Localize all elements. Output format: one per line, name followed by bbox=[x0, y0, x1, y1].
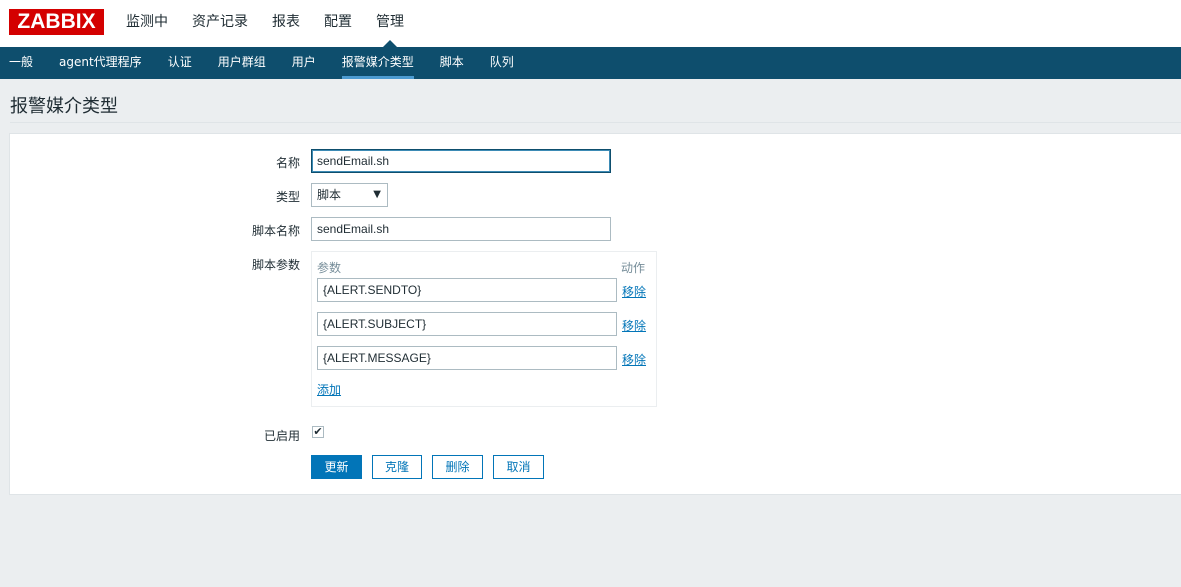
param-add-link[interactable]: 添加 bbox=[317, 381, 341, 398]
script-name-label: 脚本名称 bbox=[251, 224, 300, 238]
sub-nav-users[interactable]: 用户 bbox=[279, 47, 329, 79]
main-nav-configuration[interactable]: 配置 bbox=[312, 0, 364, 47]
sub-nav-general[interactable]: 一般 bbox=[0, 47, 46, 79]
param-input-1[interactable]: {ALERT.SENDTO} bbox=[317, 278, 617, 302]
sub-nav-user-groups[interactable]: 用户群组 bbox=[205, 47, 279, 79]
sub-nav-scripts[interactable]: 脚本 bbox=[427, 47, 477, 79]
name-input[interactable]: sendEmail.sh bbox=[311, 149, 611, 173]
sub-nav-queue[interactable]: 队列 bbox=[477, 47, 527, 79]
sub-nav-media-types[interactable]: 报警媒介类型 bbox=[329, 47, 427, 79]
params-header-action: 动作 bbox=[621, 261, 646, 275]
param-remove-2[interactable]: 移除 bbox=[622, 317, 646, 334]
main-nav-inventory[interactable]: 资产记录 bbox=[180, 0, 260, 47]
update-button[interactable]: 更新 bbox=[311, 455, 362, 479]
type-select-value: 脚本 bbox=[317, 188, 342, 202]
params-header-param: 参数 bbox=[317, 261, 342, 275]
enabled-label: 已启用 bbox=[263, 429, 300, 443]
sub-nav-proxies[interactable]: agent代理程序 bbox=[46, 47, 155, 79]
checkmark-icon: ✔ bbox=[313, 425, 323, 438]
main-nav-reports[interactable]: 报表 bbox=[260, 0, 312, 47]
script-name-input[interactable]: sendEmail.sh bbox=[311, 217, 611, 241]
zabbix-logo[interactable]: ZABBIX bbox=[9, 9, 104, 35]
param-remove-1[interactable]: 移除 bbox=[622, 283, 646, 300]
page-title: 报警媒介类型 bbox=[10, 96, 118, 117]
sub-nav: 一般 agent代理程序 认证 用户群组 用户 报警媒介类型 脚本 队列 bbox=[0, 47, 1181, 79]
dropdown-arrow-icon: ▼ bbox=[373, 189, 381, 200]
top-bar: ZABBIX 监测中 资产记录 报表 配置 管理 bbox=[0, 0, 1181, 47]
param-input-3[interactable]: {ALERT.MESSAGE} bbox=[317, 346, 617, 370]
name-label: 名称 bbox=[275, 156, 300, 170]
delete-button[interactable]: 删除 bbox=[432, 455, 483, 479]
type-select[interactable]: 脚本 ▼ bbox=[311, 183, 388, 207]
enabled-checkbox[interactable]: ✔ bbox=[312, 426, 324, 438]
clone-button[interactable]: 克隆 bbox=[372, 455, 422, 479]
param-input-2[interactable]: {ALERT.SUBJECT} bbox=[317, 312, 617, 336]
cancel-button[interactable]: 取消 bbox=[493, 455, 544, 479]
main-nav-administration[interactable]: 管理 bbox=[364, 0, 416, 47]
sub-nav-authentication[interactable]: 认证 bbox=[155, 47, 205, 79]
type-label: 类型 bbox=[275, 190, 300, 204]
main-nav-monitoring[interactable]: 监测中 bbox=[114, 0, 180, 47]
main-nav: 监测中 资产记录 报表 配置 管理 bbox=[114, 0, 416, 47]
param-remove-3[interactable]: 移除 bbox=[622, 351, 646, 368]
script-params-label: 脚本参数 bbox=[251, 258, 300, 272]
title-divider bbox=[10, 122, 1181, 123]
